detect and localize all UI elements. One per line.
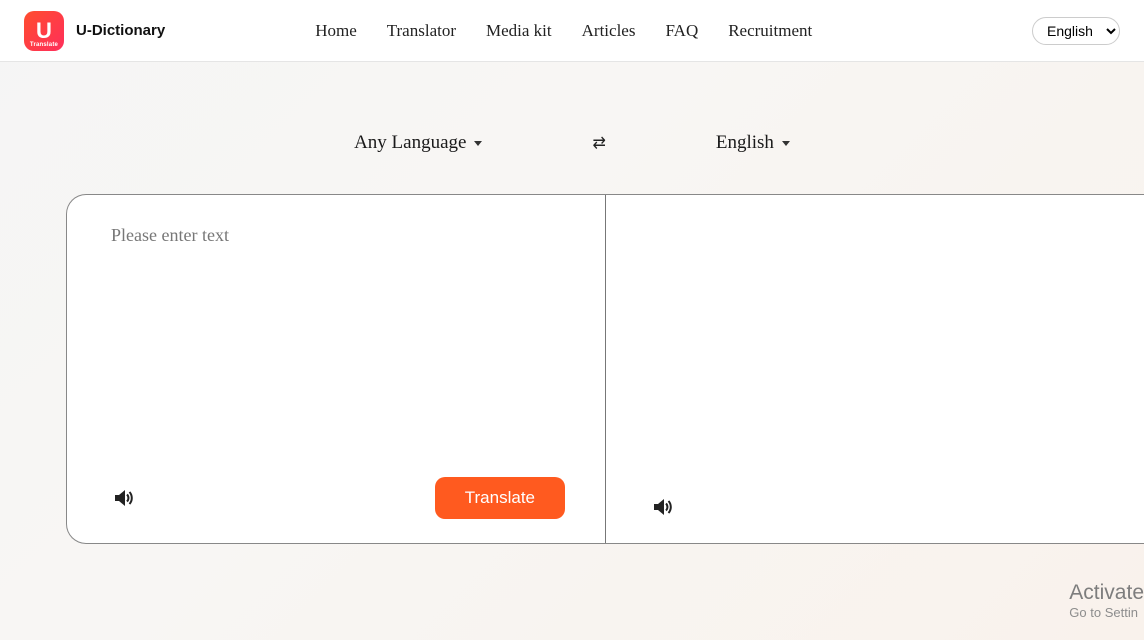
site-language-select[interactable]: English xyxy=(1032,17,1120,45)
watermark-line2: Go to Settin xyxy=(1069,605,1144,620)
caret-down-icon xyxy=(782,141,790,146)
target-panel-footer xyxy=(650,495,1104,519)
main-nav: Home Translator Media kit Articles FAQ R… xyxy=(315,21,812,41)
swap-languages-icon[interactable]: ⇄ xyxy=(592,133,605,153)
nav-articles[interactable]: Articles xyxy=(582,21,636,41)
logo-letter: U xyxy=(36,20,52,42)
logo-subtext: Translate xyxy=(30,42,58,48)
caret-down-icon xyxy=(474,141,482,146)
speaker-icon[interactable] xyxy=(111,486,135,510)
source-panel: Translate xyxy=(67,195,606,543)
language-selector-row: Any Language ⇄ English xyxy=(0,132,1144,154)
target-text-output xyxy=(650,225,1104,495)
source-panel-footer: Translate xyxy=(111,477,565,519)
source-language-picker[interactable]: Any Language xyxy=(354,132,482,154)
target-panel xyxy=(606,195,1144,543)
source-text-input[interactable] xyxy=(111,225,565,477)
translation-panels: Translate xyxy=(66,194,1144,544)
target-language-picker[interactable]: English xyxy=(716,132,790,154)
nav-faq[interactable]: FAQ xyxy=(665,21,698,41)
nav-home[interactable]: Home xyxy=(315,21,357,41)
windows-activation-watermark: Activate Go to Settin xyxy=(1059,581,1144,620)
translate-button[interactable]: Translate xyxy=(435,477,565,519)
nav-translator[interactable]: Translator xyxy=(387,21,456,41)
app-logo: U Translate xyxy=(24,11,64,51)
speaker-icon[interactable] xyxy=(650,495,674,519)
source-language-label: Any Language xyxy=(354,132,466,154)
watermark-line1: Activate xyxy=(1069,581,1144,605)
target-language-label: English xyxy=(716,132,774,154)
header-bar: U Translate U-Dictionary Home Translator… xyxy=(0,0,1144,62)
brand-name: U-Dictionary xyxy=(76,22,165,39)
nav-recruitment[interactable]: Recruitment xyxy=(728,21,812,41)
nav-media-kit[interactable]: Media kit xyxy=(486,21,552,41)
